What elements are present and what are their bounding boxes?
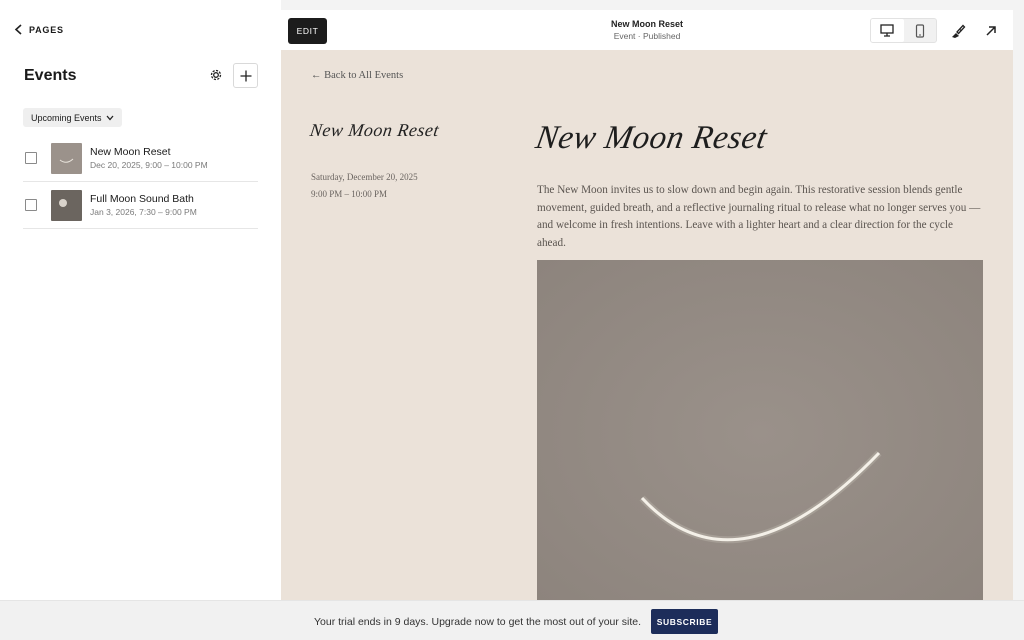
add-event-button[interactable]	[233, 63, 258, 88]
chevron-left-icon	[14, 24, 22, 35]
open-external-button[interactable]	[981, 21, 1001, 41]
subscribe-button[interactable]: SUBSCRIBE	[651, 609, 718, 634]
device-toggle	[870, 18, 937, 43]
preview-toolbar: EDIT New Moon Reset Event · Published	[281, 10, 1013, 50]
event-description: The New Moon invites us to slow down and…	[537, 184, 981, 249]
trial-message: Your trial ends in 9 days. Upgrade now t…	[314, 616, 642, 628]
settings-button[interactable]	[206, 65, 226, 85]
event-date: Jan 3, 2026, 7:30 – 9:00 PM	[90, 207, 197, 217]
filter-label: Upcoming Events	[31, 112, 102, 123]
pages-back-button[interactable]: PAGES	[14, 24, 64, 35]
event-time: 9:00 PM – 10:00 PM	[311, 189, 388, 199]
crescent-moon-image	[537, 260, 983, 600]
event-filter-dropdown[interactable]: Upcoming Events	[23, 108, 122, 127]
panel-title: Events	[24, 67, 77, 84]
event-checkbox[interactable]	[25, 199, 37, 211]
external-link-icon	[986, 26, 996, 36]
trial-banner: Your trial ends in 9 days. Upgrade now t…	[0, 600, 1024, 640]
event-side-title: New Moon Reset	[308, 120, 441, 140]
event-name: New Moon Reset	[90, 146, 171, 158]
event-list: New Moon Reset Dec 20, 2025, 9:00 – 10:0…	[23, 135, 258, 229]
site-preview: EDIT New Moon Reset Event · Published ← …	[281, 10, 1013, 600]
plus-icon	[240, 70, 251, 81]
event-date: Saturday, December 20, 2025	[311, 172, 418, 182]
paintbrush-icon	[952, 24, 966, 38]
crescent-moon-thumbnail	[51, 142, 82, 174]
event-row-new-moon-reset[interactable]: New Moon Reset Dec 20, 2025, 9:00 – 10:0…	[23, 135, 258, 182]
full-moon-thumbnail	[51, 189, 82, 221]
event-row-full-moon-sound-bath[interactable]: Full Moon Sound Bath Jan 3, 2026, 7:30 –…	[23, 182, 258, 229]
mobile-view-button[interactable]	[904, 19, 937, 42]
event-title: New Moon Reset	[532, 120, 770, 156]
mobile-icon	[915, 23, 924, 38]
back-to-events-link[interactable]: ← Back to All Events	[311, 70, 403, 81]
event-date: Dec 20, 2025, 9:00 – 10:00 PM	[90, 160, 208, 170]
desktop-view-button[interactable]	[871, 19, 904, 42]
event-name: Full Moon Sound Bath	[90, 193, 194, 205]
design-button[interactable]	[948, 21, 968, 41]
chevron-down-icon	[106, 115, 114, 120]
desktop-icon	[880, 24, 894, 37]
gear-icon	[210, 69, 222, 81]
event-checkbox[interactable]	[25, 152, 37, 164]
pages-back-label: PAGES	[29, 24, 64, 35]
events-panel: PAGES Events Upcoming Events New Moon Re…	[0, 0, 281, 600]
